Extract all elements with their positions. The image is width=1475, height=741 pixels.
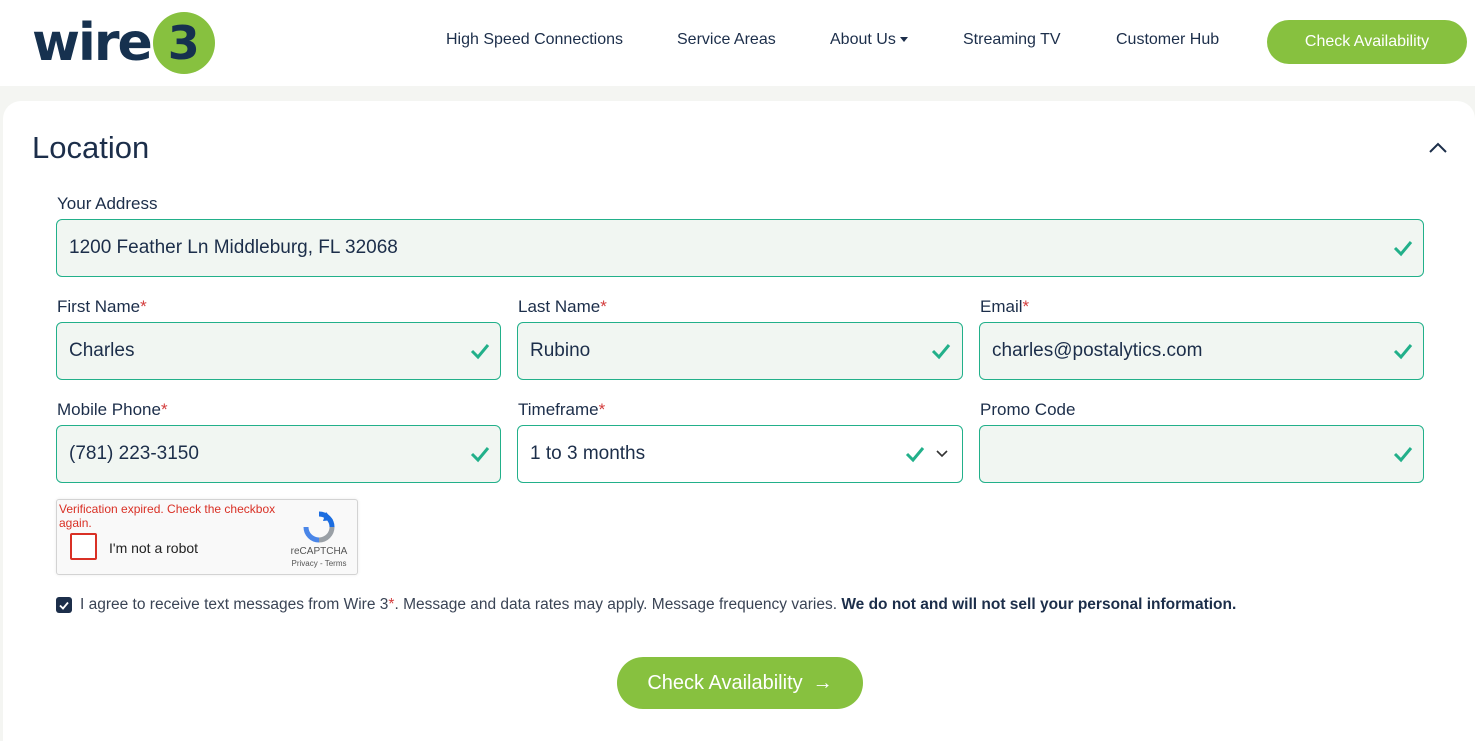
- email-input[interactable]: charles@postalytics.com: [979, 322, 1424, 380]
- nav-streaming-tv[interactable]: Streaming TV: [963, 31, 1061, 49]
- required-marker: *: [160, 400, 168, 419]
- email-value: charles@postalytics.com: [992, 340, 1203, 361]
- email-label: Email*: [980, 297, 1029, 317]
- promo-code-label: Promo Code: [980, 400, 1076, 419]
- recaptcha-brand: reCAPTCHA: [290, 546, 348, 557]
- chevron-up-icon[interactable]: [1428, 140, 1448, 154]
- last-name-label: Last Name*: [518, 297, 607, 317]
- first-name-input[interactable]: Charles: [56, 322, 501, 380]
- arrow-right-icon: →: [812, 671, 833, 694]
- nav-service-areas[interactable]: Service Areas: [677, 31, 776, 49]
- wire3-logo[interactable]: wire 3: [32, 11, 215, 75]
- email-label-text: Email: [980, 297, 1023, 316]
- recaptcha-privacy-terms[interactable]: Privacy - Terms: [285, 559, 353, 568]
- promo-code-input[interactable]: [979, 425, 1424, 483]
- logo-circle: 3: [152, 12, 215, 74]
- nav-customer-hub[interactable]: Customer Hub: [1116, 31, 1219, 49]
- last-name-label-text: Last Name: [518, 297, 601, 316]
- logo-word: wire: [32, 13, 153, 73]
- valid-check-icon: [931, 344, 951, 360]
- submit-label: Check Availability: [647, 671, 803, 694]
- nav-about-us[interactable]: About Us: [830, 31, 908, 49]
- header-check-availability-button[interactable]: Check Availability: [1267, 20, 1467, 64]
- first-name-value: Charles: [69, 340, 135, 361]
- phone-input[interactable]: (781) 223-3150: [56, 425, 501, 483]
- consent-text-before: I agree to receive text messages from Wi…: [80, 596, 389, 613]
- timeframe-select[interactable]: 1 to 3 months: [517, 425, 963, 483]
- timeframe-label-text: Timeframe: [518, 400, 599, 419]
- valid-check-icon: [1393, 241, 1413, 257]
- address-input[interactable]: 1200 Feather Ln Middleburg, FL 32068: [56, 219, 1424, 277]
- required-marker: *: [1022, 297, 1030, 316]
- valid-check-icon: [905, 447, 925, 463]
- first-name-label-text: First Name: [57, 297, 141, 316]
- consent-text-after: . Message and data rates may apply. Mess…: [394, 596, 842, 613]
- recaptcha-logo-icon: [303, 511, 335, 543]
- checkmark-icon: [59, 601, 69, 610]
- consent-privacy-statement: We do not and will not sell your persona…: [841, 596, 1237, 613]
- required-marker: *: [140, 297, 147, 316]
- first-name-label: First Name*: [57, 297, 147, 317]
- check-availability-submit-button[interactable]: Check Availability →: [617, 657, 863, 709]
- address-value: 1200 Feather Ln Middleburg, FL 32068: [69, 237, 398, 258]
- section-title: Location: [32, 130, 150, 165]
- valid-check-icon: [470, 447, 490, 463]
- required-marker: *: [600, 297, 607, 316]
- timeframe-label: Timeframe*: [518, 400, 605, 420]
- recaptcha-label: I'm not a robot: [109, 540, 199, 556]
- phone-value: (781) 223-3150: [69, 443, 199, 464]
- chevron-down-icon: [936, 450, 948, 458]
- address-label: Your Address: [57, 194, 158, 213]
- valid-check-icon: [1393, 344, 1413, 360]
- recaptcha-widget: Verification expired. Check the checkbox…: [56, 499, 358, 575]
- site-header: wire 3 High Speed Connections Service Ar…: [0, 0, 1475, 86]
- recaptcha-error: Verification expired. Check the checkbox…: [59, 502, 276, 530]
- sms-consent-checkbox[interactable]: [56, 597, 72, 613]
- logo-number: 3: [167, 16, 200, 70]
- phone-label: Mobile Phone*: [57, 400, 168, 420]
- valid-check-icon: [470, 344, 490, 360]
- nav-high-speed-connections[interactable]: High Speed Connections: [446, 31, 623, 49]
- phone-label-text: Mobile Phone: [57, 400, 161, 419]
- recaptcha-checkbox[interactable]: [70, 533, 97, 560]
- sms-consent-text: I agree to receive text messages from Wi…: [80, 596, 1236, 614]
- required-marker: *: [598, 400, 606, 419]
- valid-check-icon: [1393, 447, 1413, 463]
- timeframe-value: 1 to 3 months: [530, 443, 646, 464]
- location-card: [3, 101, 1475, 741]
- last-name-value: Rubino: [530, 340, 591, 361]
- caret-down-icon: [899, 37, 908, 43]
- nav-about-us-label: About Us: [830, 31, 896, 48]
- last-name-input[interactable]: Rubino: [517, 322, 963, 380]
